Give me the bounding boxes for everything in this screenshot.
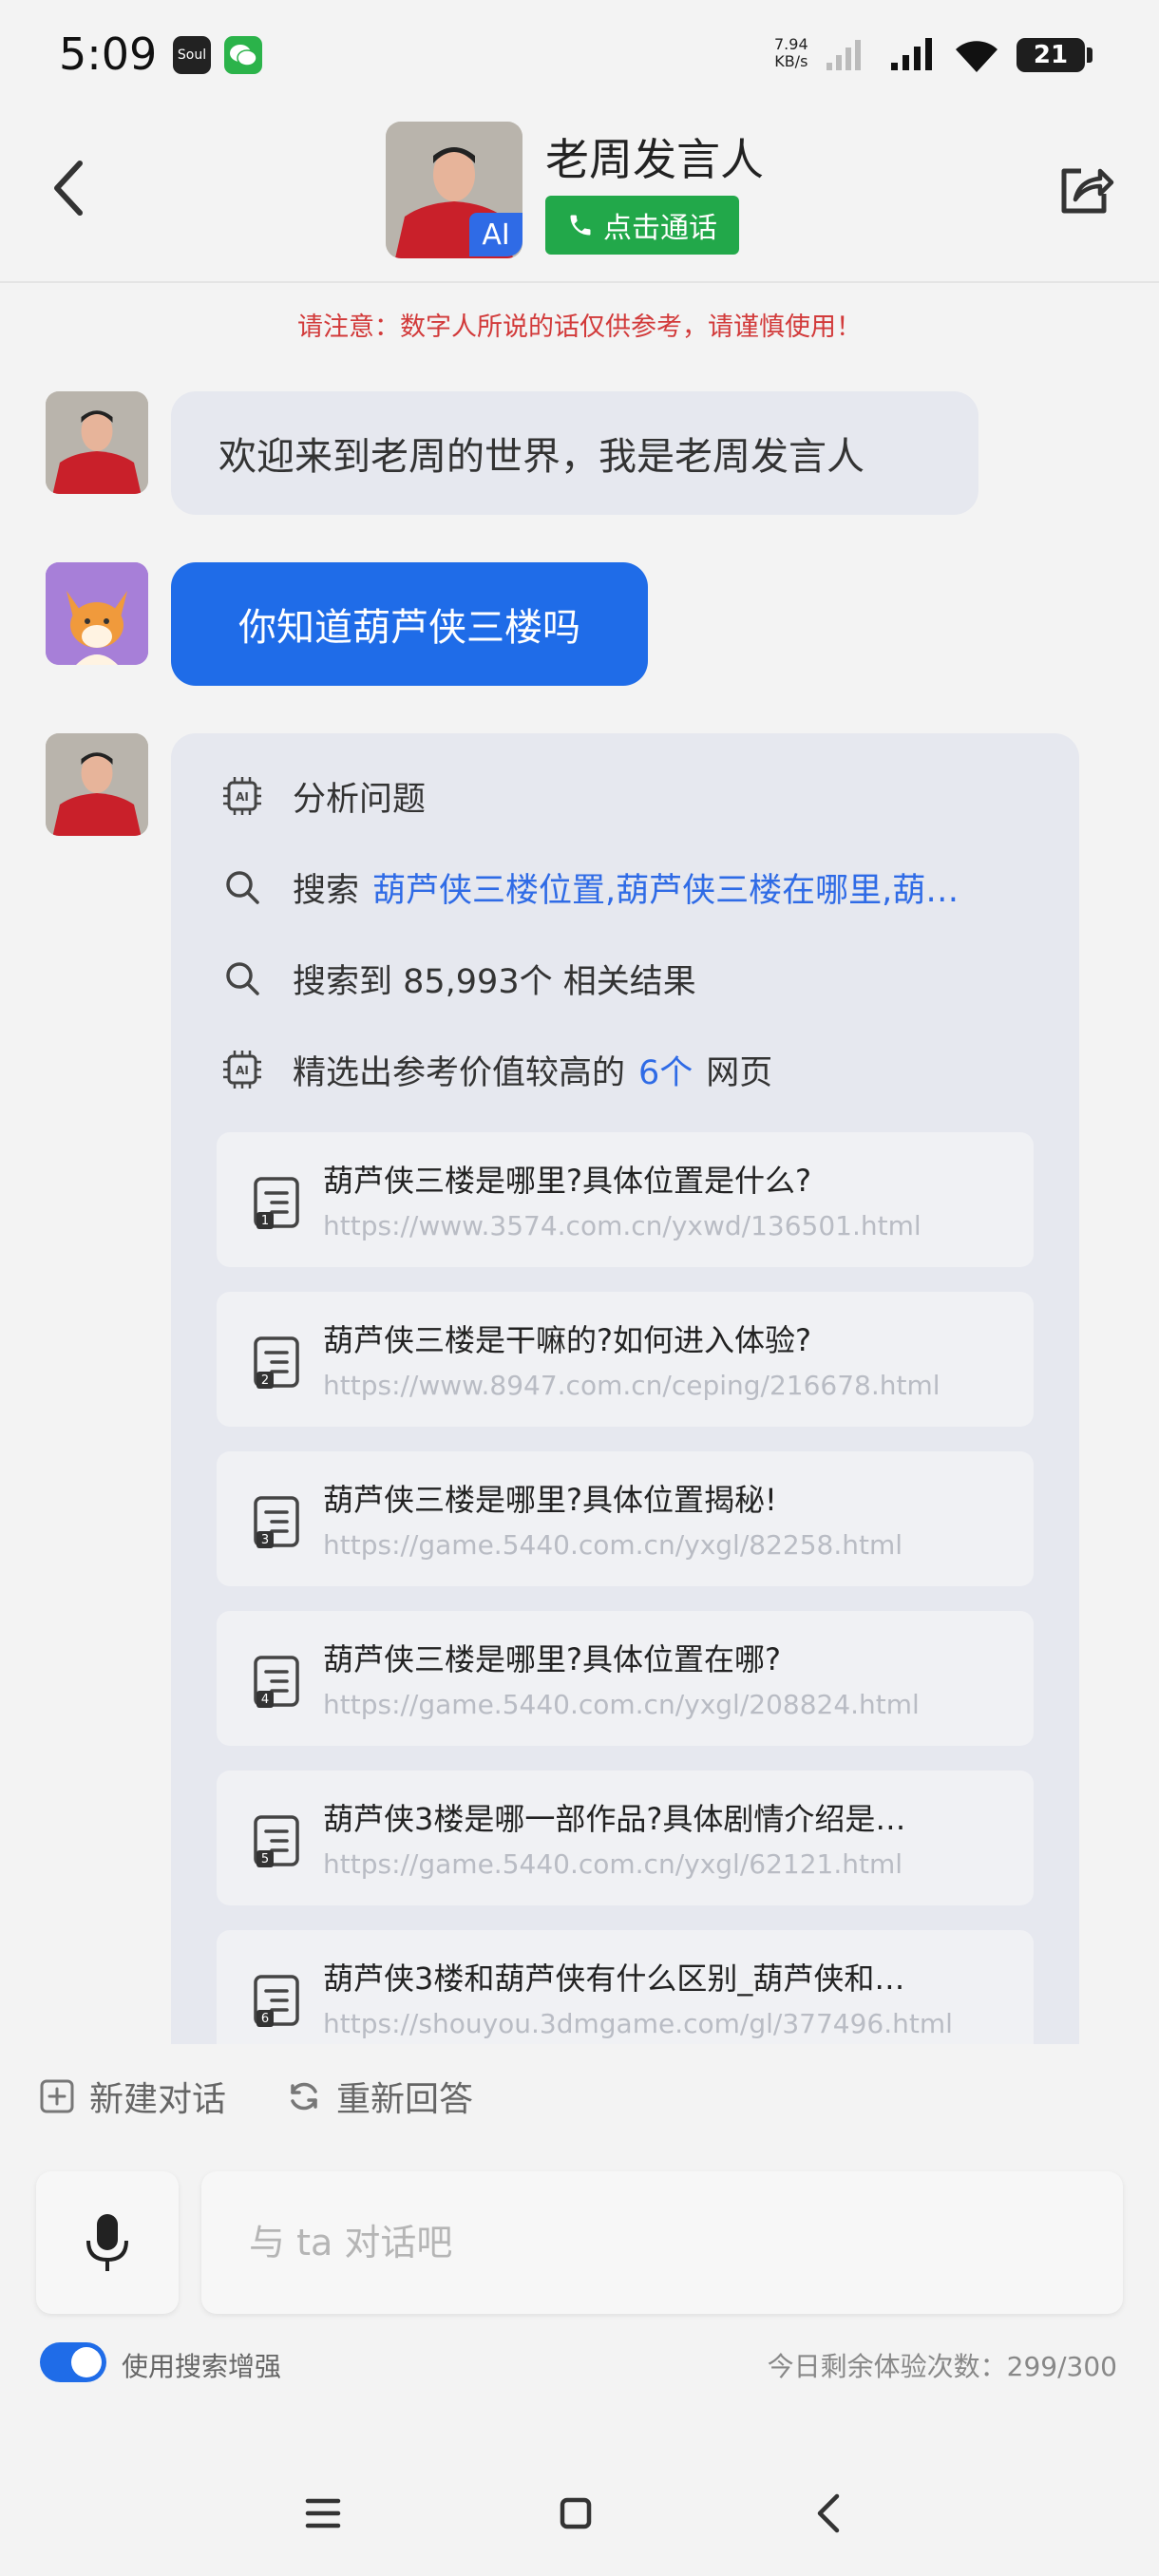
result-url: https://game.5440.com.cn/yxgl/208824.htm…: [323, 1689, 920, 1720]
refresh-icon: [285, 2077, 323, 2115]
search-result-card[interactable]: 6 葫芦侠3楼和葫芦侠有什么区别_葫芦侠和… https://shouyou.3…: [217, 1930, 1034, 2044]
search-query-link[interactable]: 葫芦侠三楼位置,葫芦侠三楼在哪里,葫…: [372, 863, 959, 912]
header-divider: [0, 281, 1159, 283]
result-url: https://game.5440.com.cn/yxgl/62121.html: [323, 1848, 903, 1880]
bot-message: 欢迎来到老周的世界，我是老周发言人: [171, 391, 978, 515]
answer-panel: AI 分析问题 搜索 葫芦侠三楼位置,葫芦侠三楼在哪里,葫… 搜索到 85,99…: [171, 733, 1079, 2044]
person-portrait-icon: [46, 733, 148, 836]
ai-chip-icon: AI: [220, 774, 264, 818]
search-icon: [220, 957, 264, 1000]
step-results-count: 搜索到 85,993个 相关结果: [220, 950, 696, 1007]
step-selected-suffix: 网页: [706, 1053, 773, 1092]
step-selected-prefix: 精选出参考价值较高的: [293, 1053, 626, 1092]
status-time: 5:09: [59, 28, 158, 80]
step-search-label: 搜索: [293, 871, 360, 910]
soul-app-icon: Soul: [173, 36, 211, 74]
call-button[interactable]: 点击通话: [545, 196, 739, 255]
remaining-trials: 今日剩余体验次数：299/300: [767, 2351, 1117, 2382]
result-url: https://game.5440.com.cn/yxgl/82258.html: [323, 1529, 903, 1561]
disclaimer-notice: 请注意：数字人所说的话仅供参考，请谨慎使用！: [297, 313, 862, 342]
search-result-card[interactable]: 3 葫芦侠三楼是哪里?具体位置揭秘! https://game.5440.com…: [217, 1451, 1034, 1586]
wechat-icon: [224, 36, 262, 74]
result-url: https://www.3574.com.cn/yxwd/136501.html: [323, 1210, 922, 1241]
regenerate-button[interactable]: 重新回答: [285, 2071, 473, 2122]
microphone-icon: [86, 2214, 128, 2271]
page-title: 老周发言人: [545, 134, 764, 185]
chevron-left-icon: [817, 2493, 840, 2533]
result-number: 2: [256, 1372, 274, 1389]
phone-icon: [570, 215, 591, 236]
battery-tip: [1087, 47, 1092, 63]
svg-text:AI: AI: [236, 1064, 249, 1077]
chat-input[interactable]: [201, 2171, 1123, 2314]
menu-button[interactable]: [294, 2485, 352, 2542]
svg-text:AI: AI: [236, 790, 249, 804]
network-speed-value: 7.94: [774, 35, 808, 53]
result-title: 葫芦侠三楼是哪里?具体位置是什么?: [323, 1163, 811, 1199]
back-button[interactable]: [49, 160, 87, 217]
result-number: 3: [256, 1531, 274, 1548]
result-url: https://shouyou.3dmgame.com/gl/377496.ht…: [323, 2008, 953, 2039]
result-title: 葫芦侠三楼是哪里?具体位置揭秘!: [323, 1482, 777, 1518]
soul-app-label: Soul: [177, 47, 207, 63]
new-chat-label: 新建对话: [89, 2080, 227, 2119]
step-selected: AI 精选出参考价值较高的 6个 网页: [220, 1041, 772, 1098]
step-selected-count: 6个: [638, 1053, 694, 1092]
search-result-card[interactable]: 5 葫芦侠3楼是哪一部作品?具体剧情介绍是… https://game.5440…: [217, 1771, 1034, 1905]
ai-chip-icon: AI: [220, 1048, 264, 1091]
result-title: 葫芦侠三楼是干嘛的?如何进入体验?: [323, 1322, 811, 1358]
search-result-card[interactable]: 2 葫芦侠三楼是干嘛的?如何进入体验? https://www.8947.com…: [217, 1292, 1034, 1427]
bot-avatar[interactable]: [46, 391, 148, 494]
signal-strong-icon: [891, 38, 932, 70]
result-number: 6: [256, 2010, 274, 2027]
ai-badge: AI: [469, 213, 522, 256]
search-result-card[interactable]: 1 葫芦侠三楼是哪里?具体位置是什么? https://www.3574.com…: [217, 1132, 1034, 1267]
result-url: https://www.8947.com.cn/ceping/216678.ht…: [323, 1370, 940, 1401]
fox-avatar-icon: [46, 562, 148, 665]
chevron-left-icon: [54, 161, 83, 216]
step-analyze-label: 分析问题: [293, 780, 427, 819]
toggle-knob: [71, 2347, 102, 2377]
new-chat-button[interactable]: 新建对话: [38, 2071, 226, 2122]
step-analyze: AI 分析问题: [220, 767, 426, 824]
search-icon: [220, 865, 264, 909]
nav-back-button[interactable]: [800, 2485, 857, 2542]
result-number: 5: [256, 1850, 274, 1867]
result-title: 葫芦侠3楼和葫芦侠有什么区别_葫芦侠和…: [323, 1960, 905, 1997]
bot-avatar[interactable]: [46, 733, 148, 836]
menu-icon: [305, 2498, 341, 2529]
signal-weak-icon: [826, 40, 861, 70]
user-avatar[interactable]: [46, 562, 148, 665]
voice-input-button[interactable]: [36, 2171, 179, 2314]
add-document-icon: [38, 2077, 76, 2115]
home-square-icon: [560, 2497, 592, 2529]
person-portrait-icon: [46, 391, 148, 494]
user-message: 你知道葫芦侠三楼吗: [171, 562, 648, 686]
share-button[interactable]: [1054, 158, 1115, 218]
search-enhance-toggle[interactable]: [40, 2342, 106, 2382]
search-enhance-label: 使用搜索增强: [122, 2351, 282, 2382]
result-number: 4: [256, 1691, 274, 1708]
share-icon: [1061, 168, 1114, 214]
step-search: 搜索 葫芦侠三楼位置,葫芦侠三楼在哪里,葫…: [220, 859, 1056, 916]
result-number: 1: [256, 1212, 274, 1229]
search-result-card[interactable]: 4 葫芦侠三楼是哪里?具体位置在哪? https://game.5440.com…: [217, 1611, 1034, 1746]
wifi-icon: [956, 41, 998, 72]
result-title: 葫芦侠3楼是哪一部作品?具体剧情介绍是…: [323, 1801, 906, 1837]
call-button-label: 点击通话: [603, 212, 717, 245]
regenerate-label: 重新回答: [336, 2080, 474, 2119]
home-button[interactable]: [547, 2485, 604, 2542]
step-results-count-label: 搜索到 85,993个 相关结果: [293, 962, 696, 1001]
network-speed: 7.94 KB/s: [774, 36, 808, 70]
battery-indicator: 21: [1016, 38, 1085, 72]
result-title: 葫芦侠三楼是哪里?具体位置在哪?: [323, 1641, 781, 1677]
network-speed-unit: KB/s: [774, 52, 808, 70]
